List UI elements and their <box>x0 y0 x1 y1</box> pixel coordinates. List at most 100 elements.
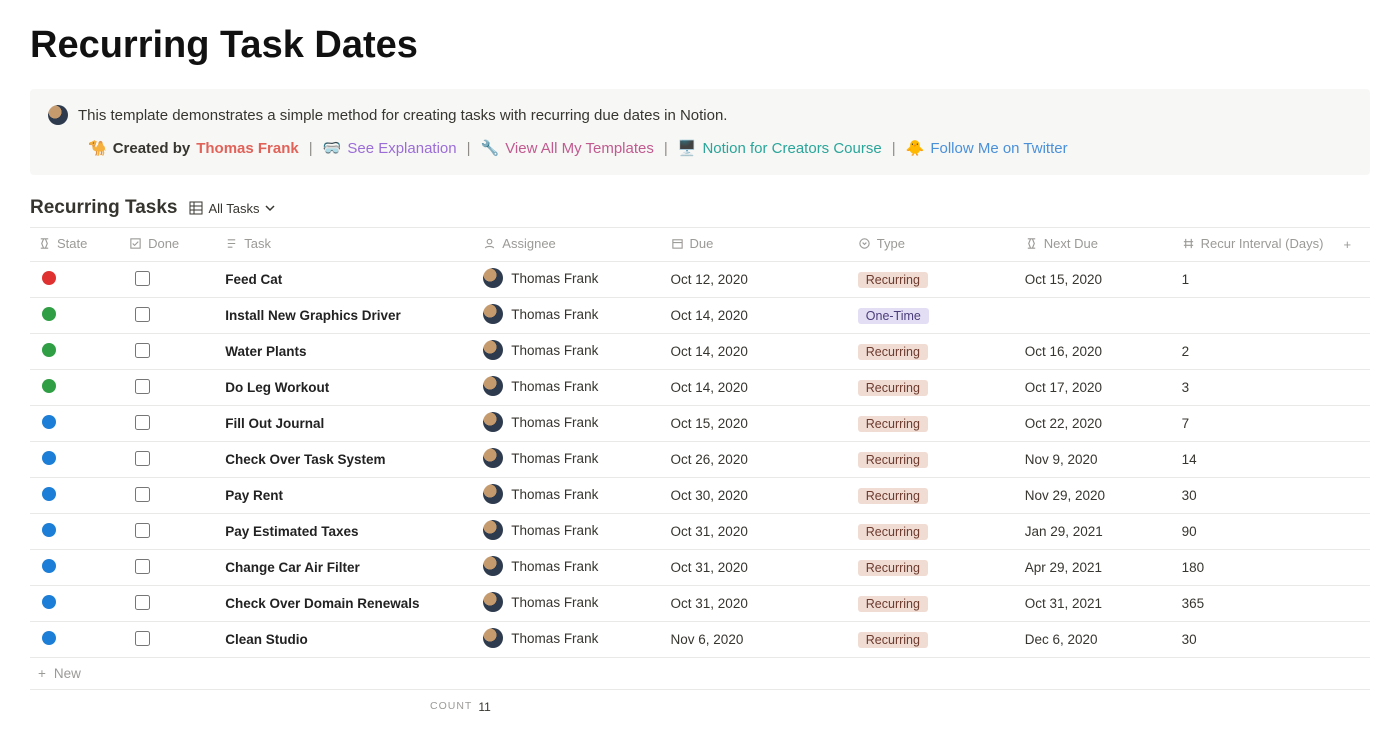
table-row[interactable]: Clean StudioThomas FrankNov 6, 2020Recur… <box>30 622 1370 658</box>
task-title[interactable]: Clean Studio <box>225 632 308 647</box>
done-checkbox[interactable] <box>135 559 150 574</box>
database-title: Recurring Tasks <box>30 197 177 219</box>
due-date: Oct 14, 2020 <box>663 334 850 370</box>
table-row[interactable]: Install New Graphics Driver Thomas Frank O… <box>30 298 1370 334</box>
table-row[interactable]: Check Over Task SystemThomas FrankOct 26… <box>30 442 1370 478</box>
count-label: COUNT <box>430 700 472 714</box>
recur-interval: 365 <box>1174 586 1336 622</box>
recur-interval: 14 <box>1174 442 1336 478</box>
twitter-link[interactable]: Follow Me on Twitter <box>930 140 1067 157</box>
recur-interval: 30 <box>1174 478 1336 514</box>
next-due-date <box>1017 298 1174 334</box>
type-tag: Recurring <box>858 344 928 360</box>
due-date: Oct 12, 2020 <box>663 262 850 298</box>
task-title[interactable]: Pay Estimated Taxes <box>225 524 358 539</box>
type-tag: One-Time <box>858 308 929 324</box>
assignee-name: Thomas Frank <box>511 631 598 646</box>
task-title[interactable]: Install New Graphics Driver <box>225 308 401 323</box>
monitor-icon: 🖥️ <box>678 139 697 157</box>
new-row-label: New <box>54 666 81 681</box>
assignee-avatar-icon <box>483 556 503 576</box>
assignee-avatar-icon <box>483 304 503 324</box>
next-due-date: Oct 16, 2020 <box>1017 334 1174 370</box>
next-due-date: Nov 9, 2020 <box>1017 442 1174 478</box>
view-templates-link[interactable]: View All My Templates <box>505 140 654 157</box>
due-date: Oct 14, 2020 <box>663 298 850 334</box>
col-type[interactable]: Type <box>850 228 1017 262</box>
formula-icon <box>38 237 51 250</box>
assignee-name: Thomas Frank <box>511 271 598 286</box>
type-tag: Recurring <box>858 380 928 396</box>
next-due-date: Oct 15, 2020 <box>1017 262 1174 298</box>
done-checkbox[interactable] <box>135 523 150 538</box>
done-checkbox[interactable] <box>135 487 150 502</box>
camel-icon: 🐪 <box>88 139 107 157</box>
table-row[interactable]: Fill Out Journal Thomas Frank Oct 15, 2020… <box>30 406 1370 442</box>
table-row[interactable]: Check Over Domain RenewalsThomas FrankOc… <box>30 586 1370 622</box>
task-title[interactable]: Do Leg Workout <box>225 380 329 395</box>
done-checkbox[interactable] <box>135 379 150 394</box>
col-interval[interactable]: Recur Interval (Days) <box>1174 228 1336 262</box>
task-title[interactable]: Fill Out Journal <box>225 416 324 431</box>
new-row-button[interactable]: + New <box>30 658 1370 690</box>
separator: | <box>664 140 668 157</box>
task-title[interactable]: Check Over Domain Renewals <box>225 596 419 611</box>
assignee-name: Thomas Frank <box>511 595 598 610</box>
table-row[interactable]: Feed CatThomas FrankOct 12, 2020Recurrin… <box>30 262 1370 298</box>
task-title[interactable]: Change Car Air Filter <box>225 560 360 575</box>
table-row[interactable]: Do Leg WorkoutThomas FrankOct 14, 2020Re… <box>30 370 1370 406</box>
page-title: Recurring Task Dates <box>30 24 1370 67</box>
done-checkbox[interactable] <box>135 307 150 322</box>
task-title[interactable]: Pay Rent <box>225 488 283 503</box>
col-done[interactable]: Done <box>121 228 217 262</box>
assignee-name: Thomas Frank <box>511 487 598 502</box>
callout-links: 🐪 Created by Thomas Frank | 🥽 See Explan… <box>48 139 1352 157</box>
task-title[interactable]: Feed Cat <box>225 272 282 287</box>
table-row[interactable]: Water PlantsThomas FrankOct 14, 2020Recu… <box>30 334 1370 370</box>
due-date: Oct 31, 2020 <box>663 514 850 550</box>
state-dot-icon <box>42 451 56 465</box>
table-icon <box>189 201 203 215</box>
task-title[interactable]: Check Over Task System <box>225 452 385 467</box>
col-next-due[interactable]: Next Due <box>1017 228 1174 262</box>
chevron-down-icon <box>265 203 275 213</box>
recur-interval <box>1174 298 1336 334</box>
created-by-label: Created by <box>113 140 191 157</box>
view-selector[interactable]: All Tasks <box>189 201 274 216</box>
done-checkbox[interactable] <box>135 415 150 430</box>
done-checkbox[interactable] <box>135 631 150 646</box>
col-state[interactable]: State <box>30 228 121 262</box>
assignee-name: Thomas Frank <box>511 307 598 322</box>
type-tag: Recurring <box>858 452 928 468</box>
type-tag: Recurring <box>858 560 928 576</box>
state-dot-icon <box>42 631 56 645</box>
type-tag: Recurring <box>858 524 928 540</box>
add-column-button[interactable]: + <box>1336 228 1370 262</box>
next-due-date: Oct 17, 2020 <box>1017 370 1174 406</box>
assignee-name: Thomas Frank <box>511 415 598 430</box>
task-title[interactable]: Water Plants <box>225 344 306 359</box>
assignee-name: Thomas Frank <box>511 379 598 394</box>
wrench-icon: 🔧 <box>481 139 500 157</box>
done-checkbox[interactable] <box>135 271 150 286</box>
separator: | <box>467 140 471 157</box>
due-date: Oct 15, 2020 <box>663 406 850 442</box>
done-checkbox[interactable] <box>135 451 150 466</box>
due-date: Oct 26, 2020 <box>663 442 850 478</box>
bird-icon: 🐥 <box>906 139 925 157</box>
table-row[interactable]: Pay Estimated TaxesThomas FrankOct 31, 2… <box>30 514 1370 550</box>
col-task[interactable]: Task <box>217 228 475 262</box>
table-row[interactable]: Change Car Air FilterThomas FrankOct 31,… <box>30 550 1370 586</box>
creators-course-link[interactable]: Notion for Creators Course <box>702 140 881 157</box>
state-dot-icon <box>42 487 56 501</box>
author-link[interactable]: Thomas Frank <box>196 140 299 157</box>
col-due[interactable]: Due <box>663 228 850 262</box>
col-assignee[interactable]: Assignee <box>475 228 662 262</box>
see-explanation-link[interactable]: See Explanation <box>347 140 456 157</box>
separator: | <box>309 140 313 157</box>
goggles-icon: 🥽 <box>323 139 342 157</box>
title-icon <box>225 237 238 250</box>
done-checkbox[interactable] <box>135 343 150 358</box>
done-checkbox[interactable] <box>135 595 150 610</box>
table-row[interactable]: Pay RentThomas FrankOct 30, 2020Recurrin… <box>30 478 1370 514</box>
